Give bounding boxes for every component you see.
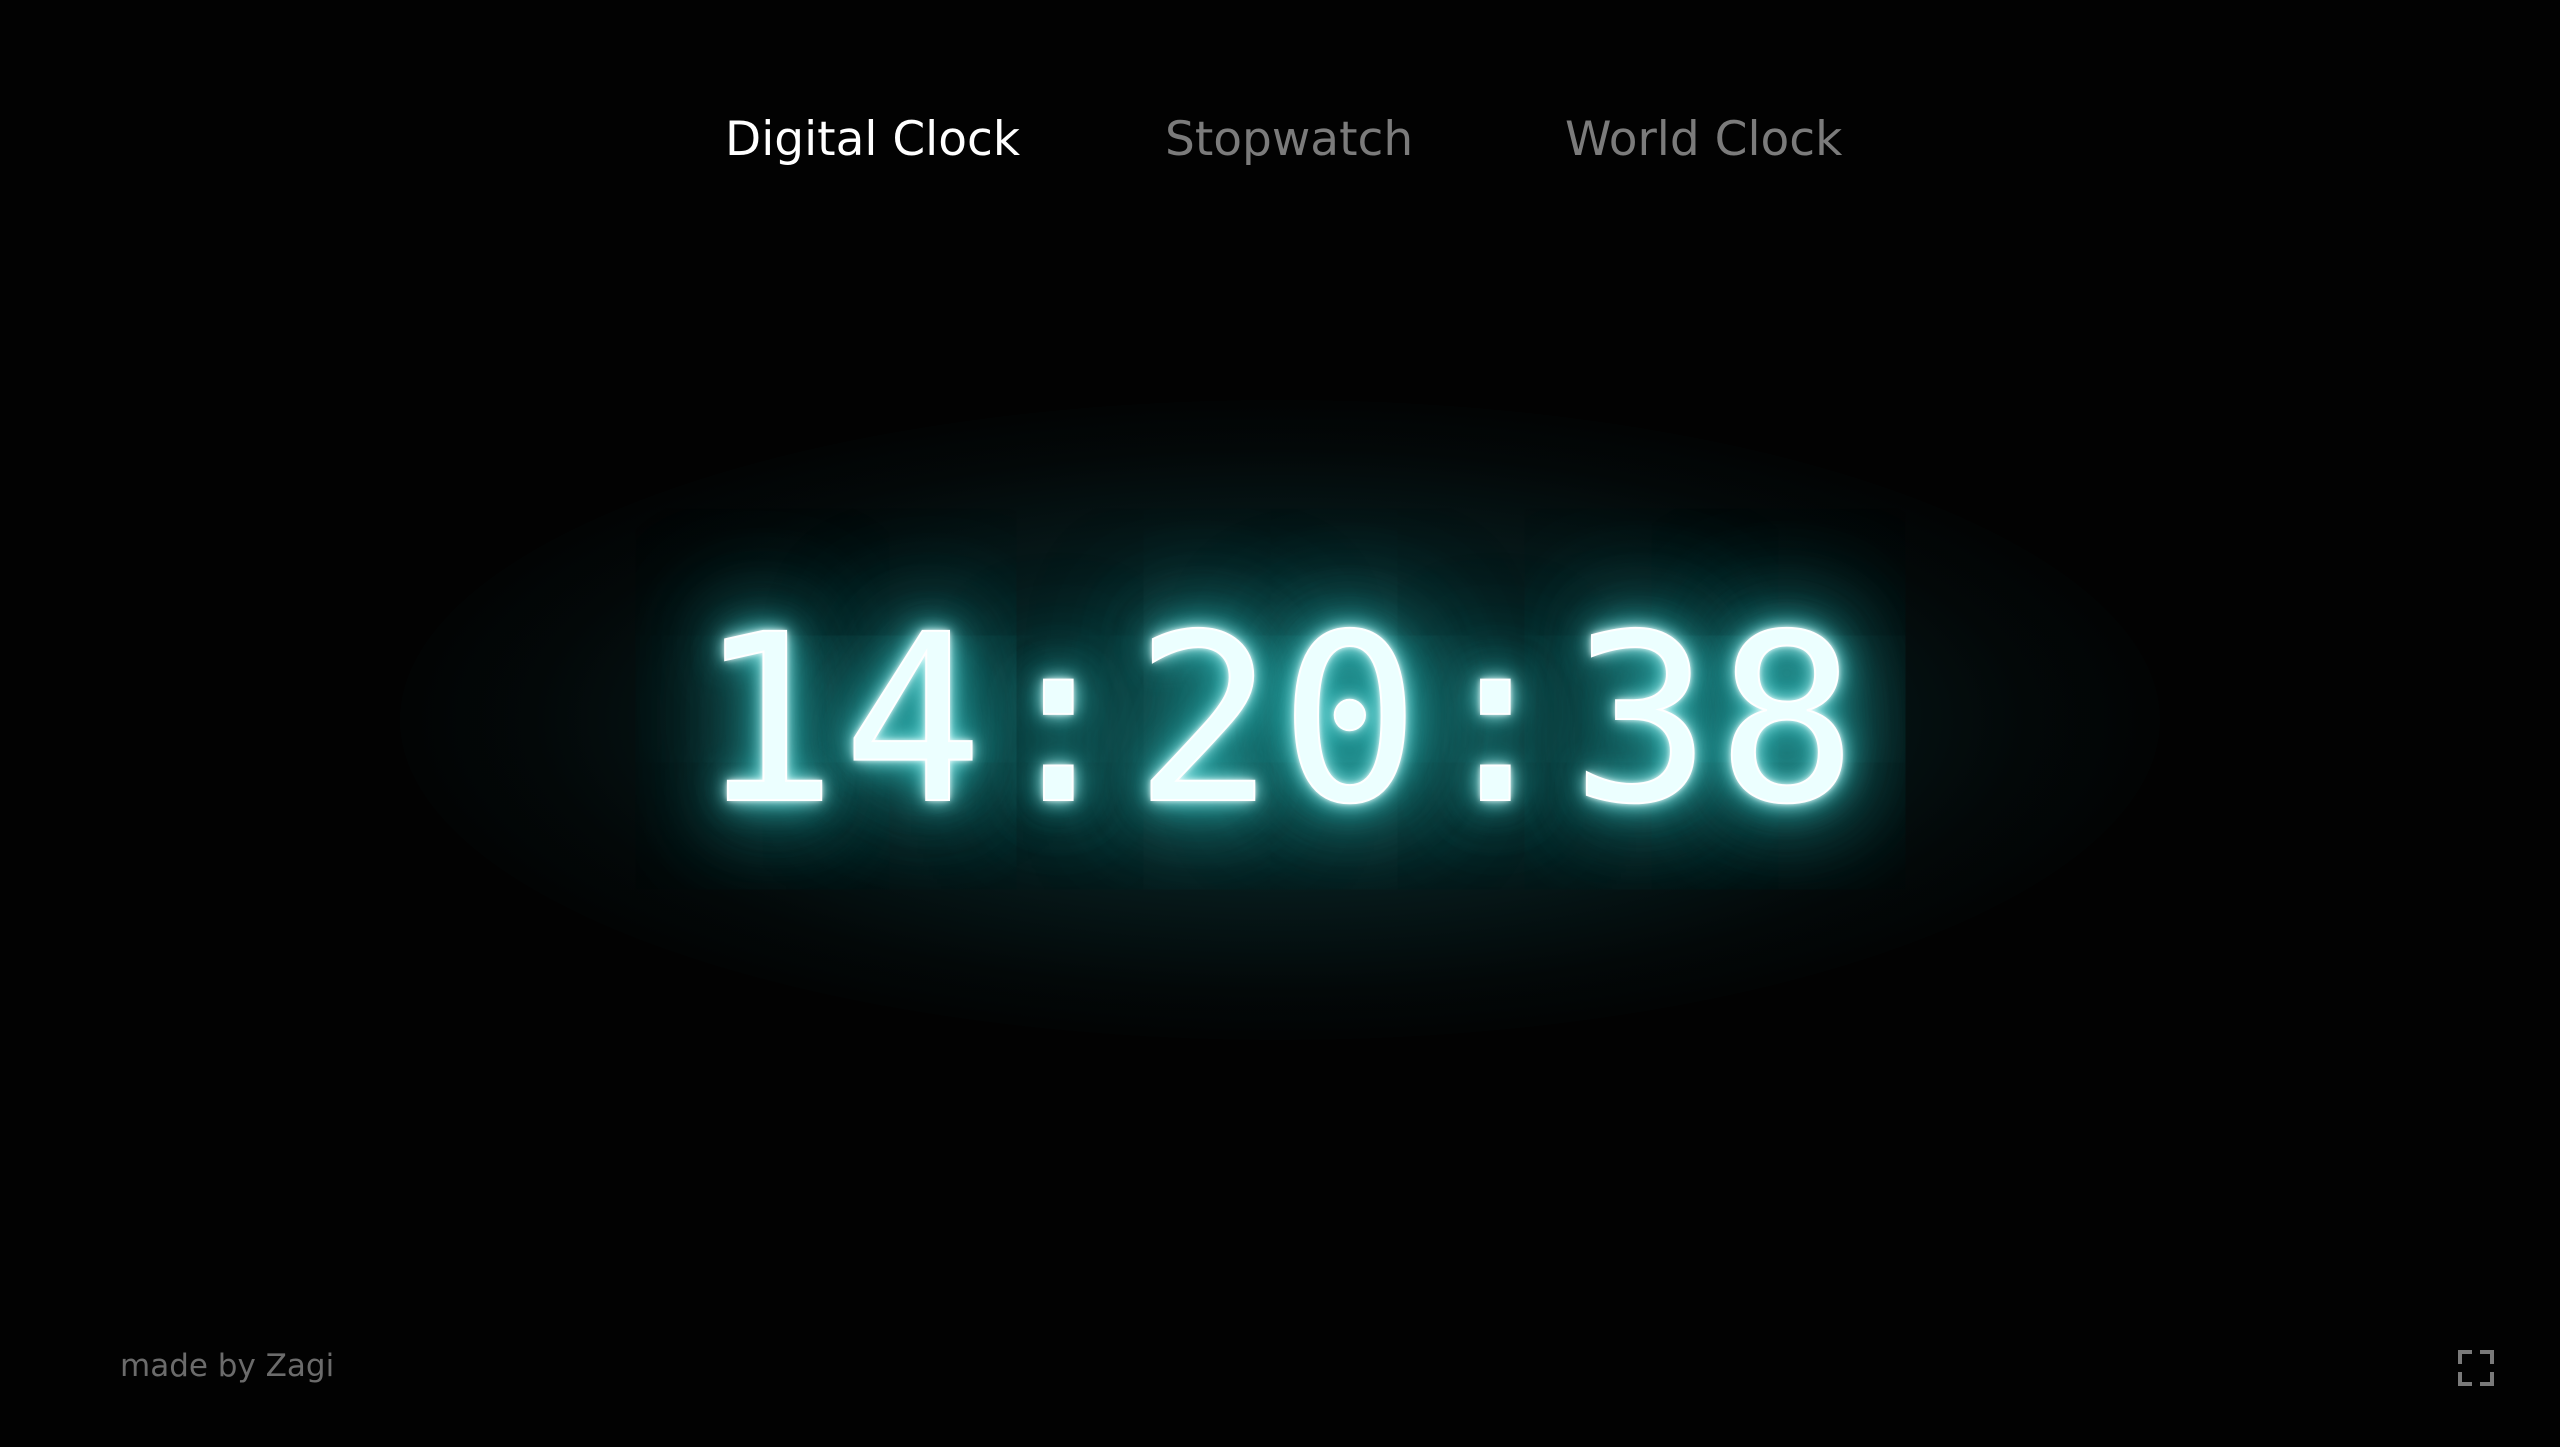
clock-time-display: 14:20:38 (696, 584, 1863, 856)
fullscreen-button[interactable] (2458, 1350, 2494, 1386)
digital-clock-page: Digital Clock Stopwatch World Clock 14:2… (0, 0, 2560, 1447)
tab-digital-clock[interactable]: Digital Clock (725, 108, 1020, 172)
clock-container: 14:20:38 (0, 560, 2560, 880)
fullscreen-icon (2458, 1350, 2494, 1386)
tab-stopwatch[interactable]: Stopwatch (1165, 108, 1413, 172)
tab-world-clock[interactable]: World Clock (1565, 108, 1842, 172)
mode-nav: Digital Clock Stopwatch World Clock (0, 108, 2560, 172)
credit-text: made by Zagi (120, 1348, 335, 1384)
